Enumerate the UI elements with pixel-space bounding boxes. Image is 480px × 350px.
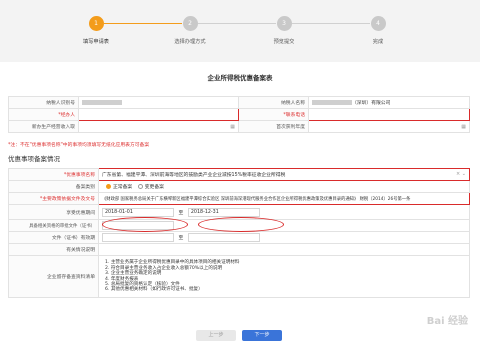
step-number: 2: [182, 16, 198, 31]
taxpayer-id-label: 纳税人识别号: [8, 96, 79, 109]
highlight-ellipse: [102, 217, 188, 232]
first-profit-year-label: 首次获利年度: [238, 120, 309, 133]
period-label: 享受优惠期间: [8, 204, 99, 220]
taxpayer-name-suffix: （深圳）有限公司: [352, 101, 391, 106]
step-number: 1: [88, 16, 104, 31]
calendar-icon[interactable]: ▦: [461, 124, 466, 130]
taxpayer-id-value: [78, 96, 239, 109]
step-label: 填写申请表: [83, 39, 109, 45]
phone-input[interactable]: [308, 108, 470, 121]
docs-label: 企业留存备查资料清单: [8, 255, 99, 298]
cert-label: 具备相关资格的审批文件（证书）: [8, 219, 99, 232]
end-date-input[interactable]: 2018-12-31: [187, 207, 260, 217]
step-label: 选择办理方式: [174, 39, 206, 45]
calendar-icon[interactable]: ▦: [230, 124, 235, 130]
cert-valid-range: 至: [98, 231, 470, 244]
step-4: 4 完成: [338, 16, 418, 45]
step-label: 完成: [372, 39, 384, 45]
docs-list: 1. 主营业务属于企业所得税优惠目录中的具体项目的相关证明材料 2. 符合目录主…: [98, 255, 470, 298]
step-3: 3 预览提交: [244, 16, 324, 45]
policy-label: *主要政策依据文件及文号: [8, 192, 99, 205]
range-to: 至: [178, 210, 184, 216]
form-note: *注：不在"优惠事项名称"中的事项均须填写无纸化应用表方可备案: [8, 143, 150, 148]
step-1: 1 填写申请表: [56, 16, 136, 45]
highlight-ellipse: [198, 217, 284, 232]
item-name-label: *优惠事项名称: [8, 168, 99, 181]
radio-change-label: 变更备案: [144, 185, 164, 190]
range-to: 至: [178, 236, 184, 241]
other-info-input[interactable]: [98, 243, 470, 256]
new-company-label: 新办生产经营收入取: [8, 120, 79, 133]
item-name-label-text: *优惠事项名称: [63, 173, 95, 178]
docs-list-item: 6. 其他优惠相关材料（如行政许可证书、批复）: [105, 287, 203, 293]
step-label: 预览提交: [273, 39, 295, 45]
watermark-logo: Bai 经验: [426, 316, 468, 327]
item-name-select[interactable]: 广东省第、福建平潭、深圳前海等地区的鼓励类产业企业减按15%税率征收企业所得税 …: [98, 168, 470, 181]
handler-label-text: *经办人: [58, 113, 75, 118]
cert-valid-label: 文件（证书）有效期: [8, 231, 99, 244]
taxpayer-info-table: 纳税人识别号 纳税人名称 （深圳）有限公司 *经办人 *联系电话 新办生产经营收…: [8, 96, 470, 133]
new-company-input[interactable]: ▦: [78, 120, 239, 133]
policy-select[interactable]: 《财政部 国家税务总局关于广东横琴新区福建平潭综合实验区 深圳前海深港现代服务业…: [98, 192, 470, 205]
redacted-value: [82, 99, 122, 105]
handler-input[interactable]: [78, 108, 239, 121]
cert-valid-start[interactable]: [102, 233, 174, 242]
phone-label: *联系电话: [238, 108, 309, 121]
first-profit-year-input[interactable]: ▦: [308, 120, 470, 133]
progress-stepper: 1 填写申请表 2 选择办理方式 3 预览提交 4 完成: [0, 0, 480, 62]
radio-normal[interactable]: [106, 184, 111, 189]
page-title: 企业所得税优惠备案表: [207, 74, 273, 82]
other-info-label: 有关情况说明: [8, 243, 99, 256]
next-button[interactable]: 下一步: [242, 330, 282, 341]
docs-list-body: 1. 主营业务属于企业所得税优惠目录中的具体项目的相关证明材料 2. 符合目录主…: [102, 258, 466, 294]
step-2: 2 选择办理方式: [150, 16, 230, 45]
prev-button[interactable]: 上一步: [196, 330, 236, 341]
taxpayer-name-value: （深圳）有限公司: [308, 96, 470, 109]
dropdown-clear-icon[interactable]: × ⌄: [456, 171, 466, 177]
preference-item-table: *优惠事项名称 广东省第、福建平潭、深圳前海等地区的鼓励类产业企业减按15%税率…: [8, 168, 470, 298]
cert-valid-end[interactable]: [187, 233, 260, 242]
taxpayer-name-label: 纳税人名称: [238, 96, 309, 109]
radio-change[interactable]: [137, 184, 143, 189]
phone-label-text: *联系电话: [283, 113, 305, 118]
radio-normal-label: 正常备案: [113, 185, 133, 190]
step-number: 4: [370, 16, 386, 31]
step-number: 3: [276, 16, 292, 31]
filing-type-label: 备案类别: [8, 180, 99, 193]
policy-label-text: *主要政策依据文件及文号: [39, 197, 95, 202]
policy-value: 《财政部 国家税务总局关于广东横琴新区福建平潭综合实验区 深圳前海深港现代服务业…: [102, 196, 411, 202]
handler-label: *经办人: [8, 108, 79, 121]
section-title: 优惠事项备案情况: [8, 155, 60, 163]
item-name-value: 广东省第、福建平潭、深圳前海等地区的鼓励类产业企业减按15%税率征收企业所得税: [102, 173, 286, 178]
redacted-value: [312, 100, 352, 105]
filing-type-radio-group: 正常备案 变更备案: [98, 180, 470, 193]
start-date-input[interactable]: 2018-01-01: [102, 207, 174, 217]
